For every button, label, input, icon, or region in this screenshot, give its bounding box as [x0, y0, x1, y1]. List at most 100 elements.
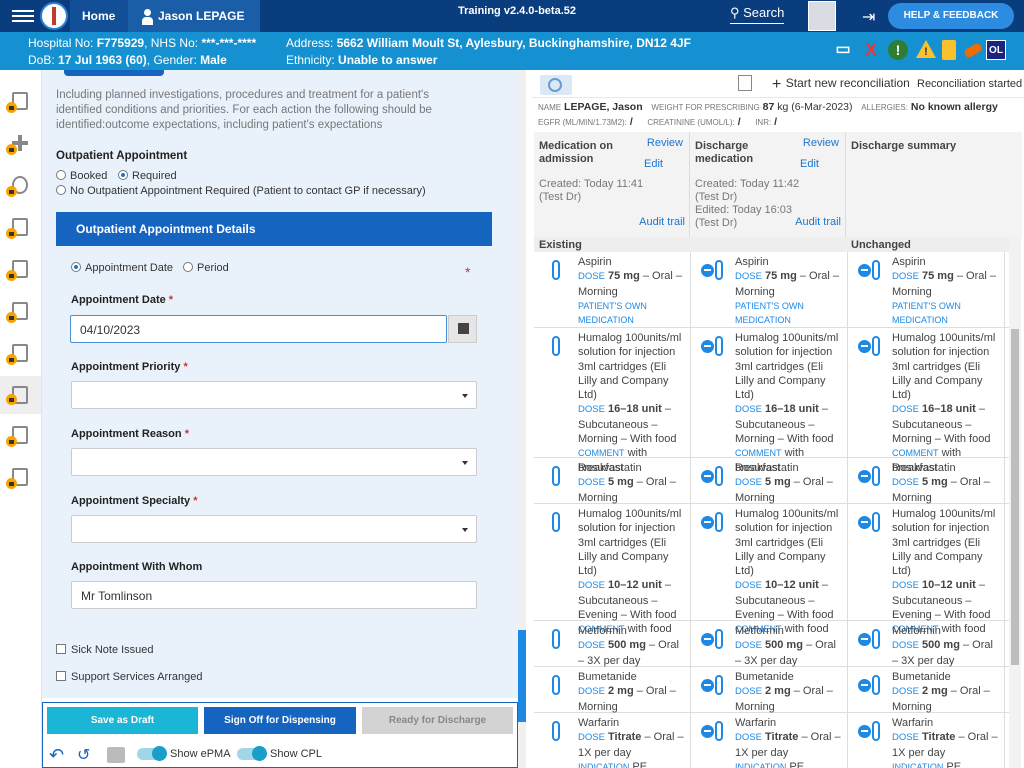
discharge-walk-icon[interactable]	[0, 376, 41, 414]
medication-cell[interactable]: Warfarin DOSE Titrate – Oral – 1X per day…	[848, 713, 1005, 768]
appointment-specialty-select[interactable]	[71, 515, 477, 543]
home-tab[interactable]: Home	[70, 0, 136, 32]
medication-cell[interactable]: Warfarin DOSE Titrate – Oral – 1X per day…	[691, 713, 848, 768]
audit-trail-link[interactable]: Audit trail	[639, 216, 685, 228]
print-icon[interactable]	[107, 747, 125, 763]
calendar-button[interactable]	[448, 315, 477, 343]
show-cpl-toggle[interactable]	[237, 746, 267, 761]
edit-document-icon[interactable]	[6, 300, 32, 326]
user-avatar[interactable]	[808, 1, 836, 31]
medication-cell[interactable]: Humalog 100units/ml solution for injecti…	[691, 328, 848, 474]
medication-cell[interactable]: Bumetanide DOSE 2 mg – Oral – Morning	[691, 667, 848, 713]
medication-cell[interactable]: Bumetanide DOSE 2 mg – Oral – Morning	[848, 667, 1005, 714]
radio-period[interactable]: Period	[183, 262, 229, 274]
radio-no-appointment-circle[interactable]	[56, 185, 66, 195]
app-logo	[40, 2, 68, 30]
history-icon[interactable]: ↺	[77, 745, 90, 764]
medication-row[interactable]: Humalog 100units/ml solution for injecti…	[534, 328, 1009, 474]
support-services-checkbox[interactable]: Support Services Arranged	[56, 671, 202, 683]
radio-required[interactable]: Required	[118, 170, 177, 182]
medication-cell[interactable]: Aspirin DOSE 75 mg – Oral – Morning PATIEN…	[534, 252, 691, 327]
edit-link[interactable]: Edit	[644, 158, 663, 170]
edit-link[interactable]: Edit	[800, 158, 819, 170]
appointment-priority-select[interactable]	[71, 381, 477, 409]
medication-cell[interactable]: Rosuvastatin DOSE 5 mg – Oral – Morning	[691, 458, 848, 504]
hamburger-menu-icon[interactable]	[12, 7, 34, 25]
ready-discharge-button[interactable]: Ready for Discharge	[362, 707, 513, 734]
search-button[interactable]: ⚲ Search	[730, 5, 785, 24]
medication-row[interactable]: Metformin DOSE 500 mg – Oral – 3X per day…	[534, 621, 1009, 667]
medication-row[interactable]: Bumetanide DOSE 2 mg – Oral – Morning Bume…	[534, 667, 1009, 713]
start-reconciliation-button[interactable]: + Start new reconciliation	[772, 76, 910, 94]
sign-off-button[interactable]: Sign Off for Dispensing	[204, 707, 356, 734]
task-list-icon[interactable]	[6, 424, 32, 450]
medication-cell[interactable]: Rosuvastatin DOSE 5 mg – Oral – Morning	[534, 458, 691, 504]
radio-appointment-date-circle[interactable]	[71, 262, 81, 272]
list-check-icon[interactable]	[6, 90, 32, 116]
medication-cell[interactable]: Humalog 100units/ml solution for injecti…	[848, 328, 1005, 474]
pill-icon[interactable]	[962, 42, 984, 59]
medication-row[interactable]: Rosuvastatin DOSE 5 mg – Oral – Morning Ro…	[534, 458, 1009, 504]
save-draft-button[interactable]: Save as Draft	[47, 707, 198, 734]
patient-tab[interactable]: Jason LEPAGE	[128, 0, 261, 32]
plus-icon[interactable]	[6, 132, 32, 158]
house-icon[interactable]	[6, 258, 32, 284]
clipboard-icon[interactable]	[942, 40, 956, 60]
medication-cell[interactable]: Warfarin DOSE Titrate – Oral – 1X per day…	[534, 713, 691, 768]
clipboard-nav-icon[interactable]	[6, 342, 32, 368]
medication-row[interactable]: Humalog 100units/ml solution for injecti…	[534, 504, 1009, 635]
exclamation-alert-icon[interactable]: !	[888, 40, 908, 60]
left-scrollbar-thumb[interactable]	[518, 630, 526, 722]
radio-booked-circle[interactable]	[56, 170, 66, 180]
medication-cell[interactable]: Humalog 100units/ml solution for injecti…	[534, 328, 691, 474]
medication-cell[interactable]: Bumetanide DOSE 2 mg – Oral – Morning	[534, 667, 691, 713]
medication-name: Warfarin	[578, 717, 620, 729]
camera-icon[interactable]	[6, 216, 32, 242]
support-services-box[interactable]	[56, 671, 66, 681]
medication-cell[interactable]: Humalog 100units/ml solution for injecti…	[691, 504, 848, 635]
logout-icon[interactable]: ⇥	[862, 7, 875, 27]
medication-cell[interactable]: Aspirin DOSE 75 mg – Oral – Morning PATIEN…	[848, 252, 1005, 327]
pill-toggle-button[interactable]	[540, 75, 572, 95]
help-feedback-button[interactable]: HELP & FEEDBACK	[888, 3, 1014, 29]
medication-cell[interactable]: Aspirin DOSE 75 mg – Oral – Morning PATIEN…	[691, 252, 848, 327]
medication-text: Humalog 100units/ml solution for injecti…	[892, 331, 1002, 475]
medication-cell[interactable]: Humalog 100units/ml solution for injecti…	[848, 504, 1005, 635]
note-label: INDICATION	[578, 761, 630, 768]
panel-splitter[interactable]	[518, 70, 526, 768]
appointment-reason-select[interactable]	[71, 448, 477, 476]
sick-note-checkbox[interactable]: Sick Note Issued	[56, 644, 154, 656]
radio-no-appointment[interactable]: No Outpatient Appointment Required (Pati…	[56, 185, 426, 197]
medication-cell[interactable]: Humalog 100units/ml solution for injecti…	[534, 504, 691, 635]
sick-note-box[interactable]	[56, 644, 66, 654]
medication-cell[interactable]: Rosuvastatin DOSE 5 mg – Oral – Morning	[848, 458, 1005, 504]
radio-period-circle[interactable]	[183, 262, 193, 272]
medication-cell[interactable]: Metformin DOSE 500 mg – Oral – 3X per day	[534, 621, 691, 667]
ol-badge[interactable]: OL	[986, 40, 1006, 60]
right-scrollbar[interactable]	[1009, 237, 1021, 768]
audit-trail-link[interactable]: Audit trail	[795, 216, 841, 228]
review-link[interactable]: Review	[647, 137, 683, 149]
radio-appointment-date[interactable]: Appointment Date	[71, 262, 173, 274]
stethoscope-icon[interactable]	[6, 174, 32, 200]
pharmacy-icon[interactable]	[6, 466, 32, 492]
export-icon[interactable]	[738, 75, 752, 91]
radio-required-circle[interactable]	[118, 170, 128, 180]
show-epma-toggle[interactable]	[137, 746, 167, 761]
appointment-whom-input[interactable]: Mr Tomlinson	[71, 581, 477, 609]
close-alert-icon[interactable]: X	[862, 40, 880, 60]
radio-booked[interactable]: Booked	[56, 170, 107, 182]
medication-cell[interactable]: Metformin DOSE 500 mg – Oral – 3X per day	[691, 621, 848, 667]
warning-icon[interactable]: !	[916, 40, 936, 60]
appointment-date-input[interactable]: 04/10/2023	[70, 315, 447, 343]
undo-icon[interactable]: ↶	[49, 745, 64, 765]
medication-text: Bumetanide DOSE 2 mg – Oral – Morning	[892, 670, 1002, 714]
medication-row[interactable]: Warfarin DOSE Titrate – Oral – 1X per day…	[534, 713, 1009, 768]
review-link[interactable]: Review	[803, 137, 839, 149]
bed-icon[interactable]: ▭	[830, 40, 856, 60]
medication-row[interactable]: Aspirin DOSE 75 mg – Oral – Morning PATIEN…	[534, 252, 1009, 328]
right-scrollbar-thumb[interactable]	[1011, 329, 1019, 665]
medication-cell[interactable]: Metformin DOSE 500 mg – Oral – 3X per day	[848, 621, 1005, 667]
note-label: COMMENT	[892, 448, 939, 459]
medication-name: Rosuvastatin	[735, 462, 799, 474]
